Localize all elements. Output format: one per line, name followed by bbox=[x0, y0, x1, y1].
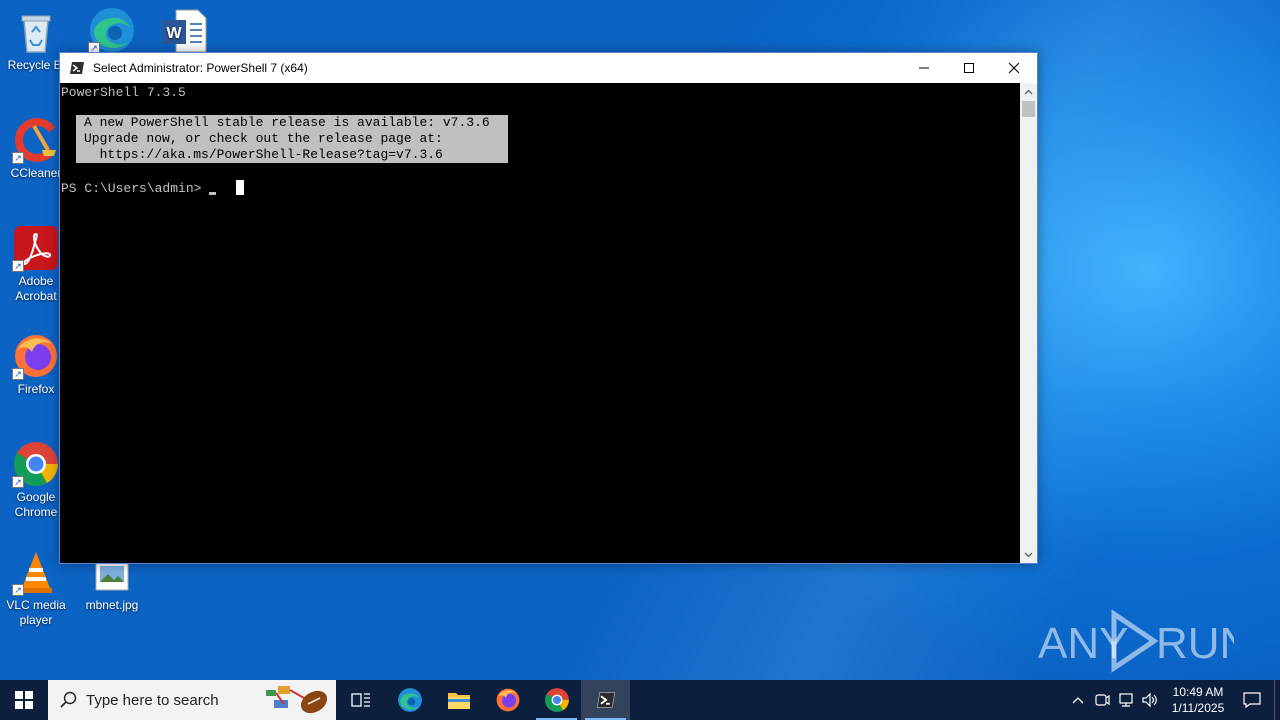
folder-icon bbox=[447, 693, 470, 709]
speaker-icon bbox=[1142, 692, 1157, 708]
notice-line: A new PowerShell stable release is avail… bbox=[84, 115, 490, 130]
window-titlebar[interactable]: Select Administrator: PowerShell 7 (x64) bbox=[60, 53, 1037, 83]
powershell-icon bbox=[596, 692, 615, 708]
tray-meet-now[interactable] bbox=[1090, 680, 1114, 720]
taskbar-edge[interactable] bbox=[385, 680, 434, 720]
adobe-acrobat-icon: ↗ bbox=[12, 224, 60, 272]
taskbar-file-explorer[interactable] bbox=[434, 680, 483, 720]
meet-now-icon bbox=[1095, 694, 1110, 706]
minimize-icon bbox=[919, 67, 929, 69]
edge-icon bbox=[397, 688, 422, 712]
taskbar: Type here to search 10:49 AM 1/11/2025 bbox=[0, 680, 1280, 720]
firefox-icon: ↗ bbox=[12, 332, 60, 380]
start-button[interactable] bbox=[0, 680, 48, 720]
task-view-icon bbox=[350, 693, 370, 707]
shortcut-arrow-icon: ↗ bbox=[12, 260, 24, 272]
notification-icon bbox=[1243, 692, 1261, 708]
network-icon bbox=[1119, 693, 1133, 707]
desktop-icon-mbnet-jpg[interactable]: mbnet.jpg bbox=[76, 556, 148, 613]
shortcut-arrow-icon: ↗ bbox=[12, 368, 24, 380]
prompt-line[interactable]: PS C:\Users\admin> bbox=[61, 181, 217, 197]
block-cursor bbox=[236, 180, 244, 195]
ccleaner-icon: ↗ bbox=[12, 116, 60, 164]
chevron-up-icon bbox=[1072, 697, 1084, 704]
version-line: PowerShell 7.3.5 bbox=[61, 85, 186, 100]
taskbar-firefox[interactable] bbox=[483, 680, 532, 720]
shortcut-arrow-icon: ↗ bbox=[12, 476, 24, 488]
clock-date: 1/11/2025 bbox=[1171, 701, 1225, 715]
clock-time: 10:49 AM bbox=[1172, 685, 1224, 699]
word-document-icon: W bbox=[160, 8, 208, 56]
powershell-icon bbox=[70, 62, 84, 74]
chrome-icon: ↗ bbox=[12, 440, 60, 488]
update-notice: A new PowerShell stable release is avail… bbox=[76, 115, 508, 163]
chevron-down-icon bbox=[1024, 552, 1033, 557]
desktop-icon-word-document[interactable]: W bbox=[148, 8, 220, 58]
maximize-icon bbox=[964, 63, 974, 73]
edge-icon: ↗ bbox=[88, 6, 136, 54]
vertical-scrollbar[interactable] bbox=[1020, 83, 1037, 563]
window-title: Select Administrator: PowerShell 7 (x64) bbox=[93, 61, 308, 75]
action-center-button[interactable] bbox=[1230, 680, 1274, 720]
shortcut-arrow-icon: ↗ bbox=[12, 152, 24, 164]
tray-volume[interactable] bbox=[1138, 680, 1162, 720]
notice-line: Upgrade now, or check out the release pa… bbox=[84, 131, 443, 146]
close-button[interactable] bbox=[991, 53, 1037, 83]
watermark-text-run: RUN bbox=[1156, 619, 1234, 668]
search-icon bbox=[60, 691, 77, 708]
minimize-button[interactable] bbox=[901, 53, 947, 83]
firefox-icon bbox=[496, 688, 519, 712]
show-hidden-icons-button[interactable] bbox=[1066, 680, 1090, 720]
prompt-text: PS C:\Users\admin> bbox=[61, 181, 210, 196]
vlc-icon: ↗ bbox=[12, 548, 60, 596]
desktop-icon-label: mbnet.jpg bbox=[85, 598, 139, 612]
chrome-icon bbox=[544, 688, 569, 712]
close-icon bbox=[1008, 62, 1020, 74]
chevron-up-icon bbox=[1024, 89, 1033, 94]
search-placeholder: Type here to search bbox=[86, 691, 219, 709]
system-tray: 10:49 AM 1/11/2025 bbox=[1066, 680, 1280, 720]
scroll-up-button[interactable] bbox=[1020, 83, 1037, 100]
taskbar-search-box[interactable]: Type here to search bbox=[48, 680, 336, 720]
desktop-icon-edge[interactable]: ↗ bbox=[76, 6, 148, 56]
search-highlight-football-icon bbox=[266, 686, 328, 714]
scroll-down-button[interactable] bbox=[1020, 546, 1037, 563]
anyrun-watermark: ANY RUN bbox=[1038, 609, 1234, 673]
windows-logo-icon bbox=[15, 691, 33, 709]
taskbar-powershell[interactable] bbox=[581, 680, 630, 720]
recycle-bin-icon bbox=[12, 8, 60, 56]
taskbar-chrome[interactable] bbox=[532, 680, 581, 720]
svg-text:W: W bbox=[166, 25, 182, 42]
shortcut-arrow-icon: ↗ bbox=[12, 584, 24, 596]
show-desktop-button[interactable] bbox=[1274, 680, 1280, 720]
desktop-icon-label: player bbox=[19, 613, 53, 627]
notice-line: https://aka.ms/PowerShell-Release?tag=v7… bbox=[84, 147, 443, 162]
console-output[interactable]: PowerShell 7.3.5 A new PowerShell stable… bbox=[60, 83, 1021, 563]
taskbar-clock[interactable]: 10:49 AM 1/11/2025 bbox=[1166, 684, 1230, 716]
tray-network[interactable] bbox=[1114, 680, 1138, 720]
scrollbar-thumb[interactable] bbox=[1022, 101, 1035, 117]
text-cursor bbox=[209, 192, 217, 195]
powershell-window[interactable]: Select Administrator: PowerShell 7 (x64)… bbox=[59, 52, 1038, 564]
desktop-icon-label: VLC media bbox=[6, 598, 66, 612]
maximize-button[interactable] bbox=[946, 53, 992, 83]
taskbar-task-view[interactable] bbox=[336, 680, 385, 720]
